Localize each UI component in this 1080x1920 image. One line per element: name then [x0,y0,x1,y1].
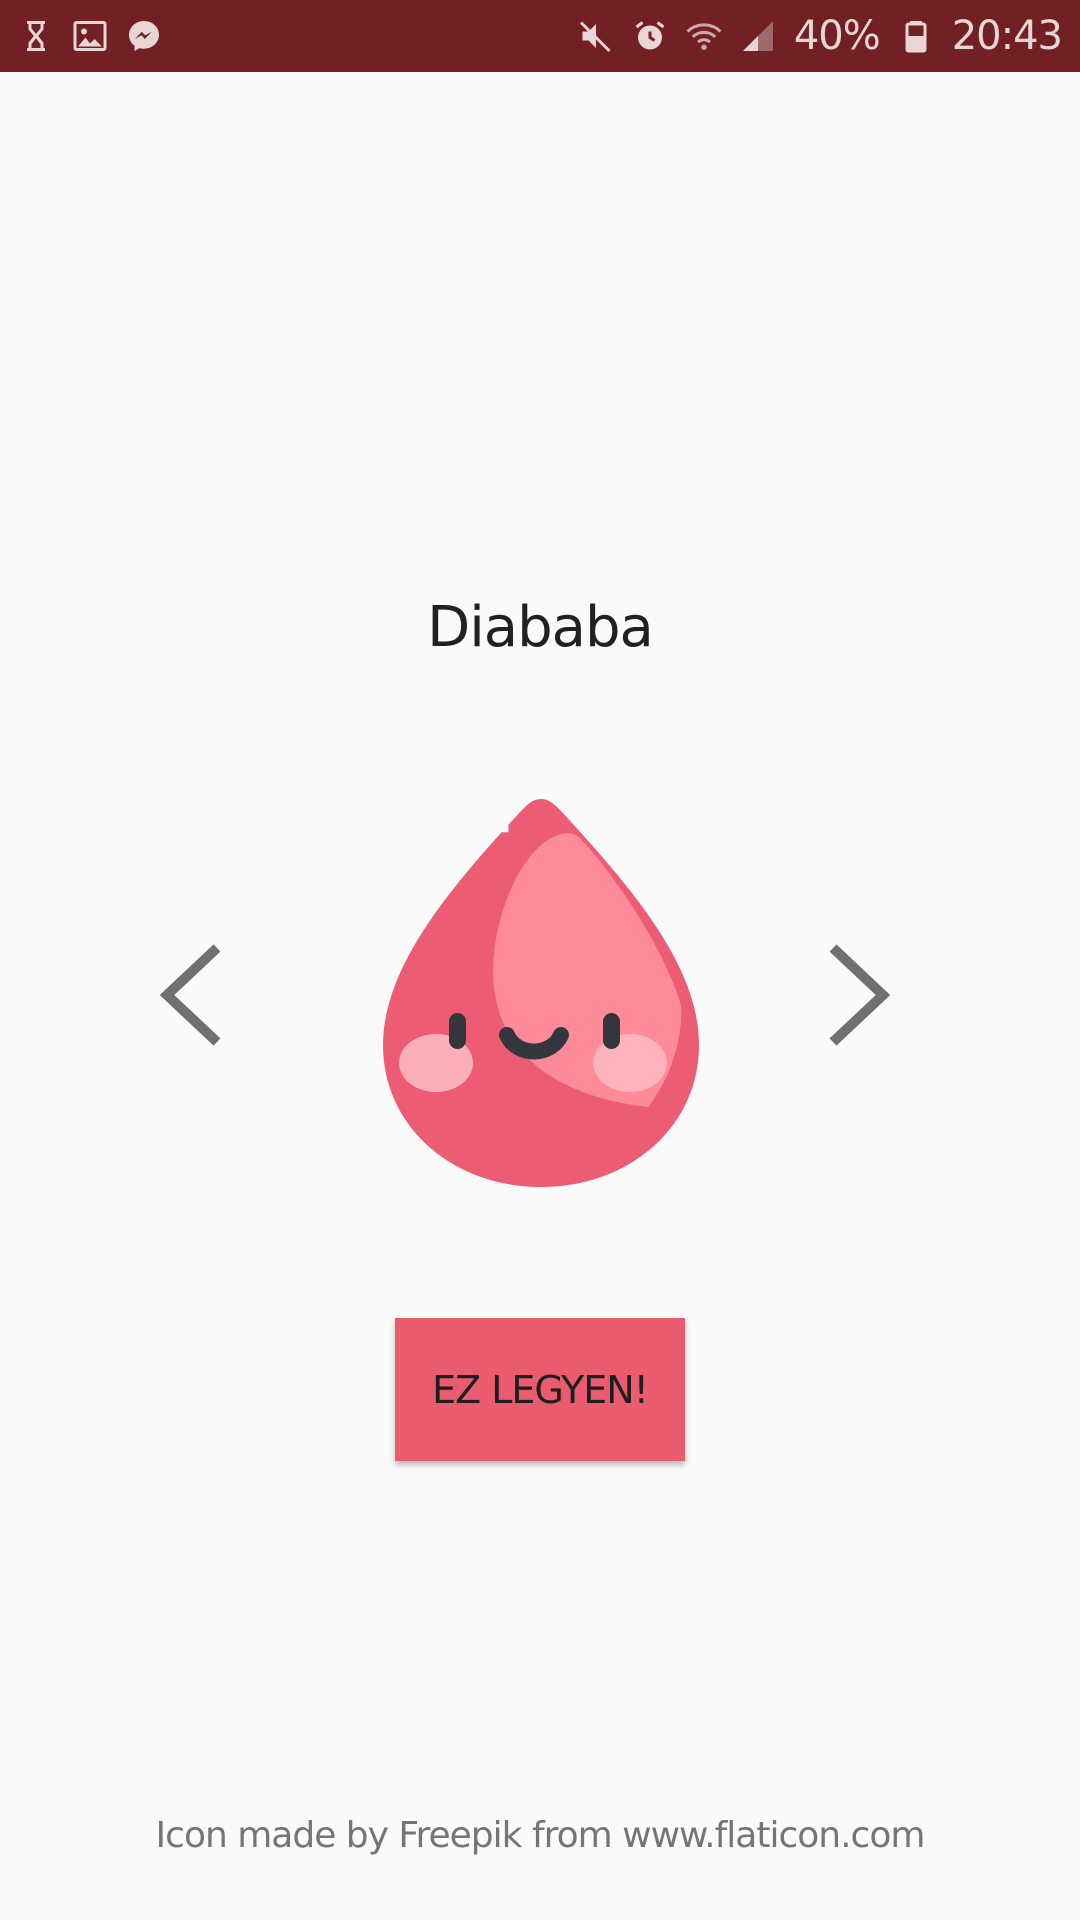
status-left-icons [18,18,162,54]
blood-drop-mascot-icon [383,795,699,1191]
status-right-icons: 40% 20:43 [578,13,1063,59]
alarm-icon [632,18,668,54]
status-bar: 40% 20:43 [0,0,1080,72]
chevron-left-icon[interactable] [155,940,235,1050]
battery-percent: 40% [793,13,881,59]
messenger-icon [126,18,162,54]
attribution-text: Icon made by Freepik from www.flaticon.c… [155,1815,926,1856]
clock: 20:43 [951,13,1063,59]
gallery-icon [72,18,108,54]
battery-icon [898,18,934,54]
chevron-right-icon[interactable] [815,940,895,1050]
select-mascot-button[interactable]: EZ LEGYEN! [395,1318,685,1461]
app-screen: 40% 20:43 Diababa EZ LEGYEN! Icon made b… [0,0,1080,1920]
mute-icon [578,18,614,54]
app-title: Diababa [427,595,654,660]
signal-icon [740,18,776,54]
wifi-icon [686,18,722,54]
hourglass-icon [18,18,54,54]
